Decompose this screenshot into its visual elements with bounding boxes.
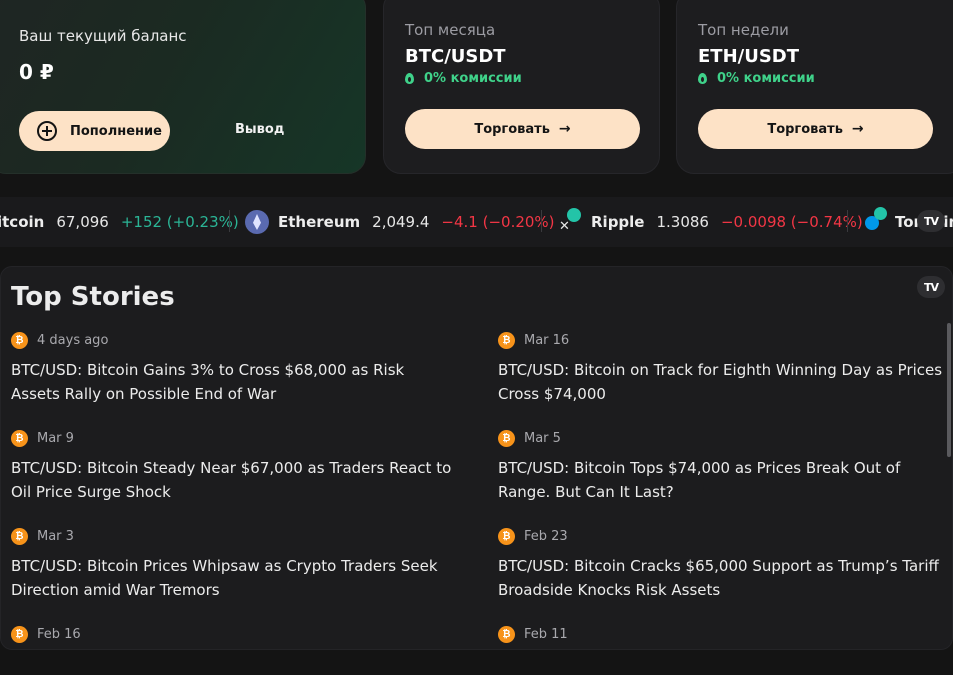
ticker-item-bitcoin[interactable]: itcoin 67,096 +152 (+0.23%) xyxy=(0,211,239,233)
trade-label: Торговать xyxy=(474,121,550,137)
story-item[interactable]: ₿ Mar 5 BTC/USD: Bitcoin Tops $74,000 as… xyxy=(498,429,943,504)
fire-icon xyxy=(405,73,414,84)
bitcoin-icon: ₿ xyxy=(11,429,28,447)
ticker-divider xyxy=(541,210,542,232)
ticker-price: 1.3086 xyxy=(656,213,709,231)
top-month-label: Топ месяца xyxy=(405,21,496,39)
story-item[interactable]: ₿ Mar 3 BTC/USD: Bitcoin Prices Whipsaw … xyxy=(11,527,456,602)
tradingview-logo-icon[interactable]: TV xyxy=(917,276,945,298)
top-month-pair: BTC/USDT xyxy=(405,46,506,67)
ticker-name: Ripple xyxy=(591,213,645,231)
bitcoin-icon: ₿ xyxy=(11,527,28,545)
story-time: Mar 3 xyxy=(37,528,74,544)
ticker-price: 2,049.4 xyxy=(372,213,430,231)
story-time: Mar 16 xyxy=(524,332,570,348)
story-item[interactable]: ₿ Feb 11 xyxy=(498,625,943,643)
topup-label: Пополнение xyxy=(70,123,162,139)
balance-card: Ваш текущий баланс 0 ₽ Пополнение Вывод xyxy=(0,0,366,174)
topup-button[interactable]: Пополнение xyxy=(19,111,170,151)
story-meta: ₿ Feb 11 xyxy=(498,625,943,643)
top-week-label: Топ недели xyxy=(698,21,789,39)
plus-circle-icon xyxy=(37,121,57,141)
ticker-tape: itcoin 67,096 +152 (+0.23%) Ethereum 2,0… xyxy=(0,197,953,247)
story-time: Mar 5 xyxy=(524,430,561,446)
top-month-fee: 0% комиссии xyxy=(405,71,522,86)
bitcoin-icon: ₿ xyxy=(11,625,28,643)
story-meta: ₿ Mar 3 xyxy=(11,527,456,545)
ticker-change: +152 (+0.23%) xyxy=(120,213,239,231)
story-time: Feb 23 xyxy=(524,528,568,544)
bitcoin-icon: ₿ xyxy=(11,331,28,349)
top-month-fee-text: 0% комиссии xyxy=(424,71,522,86)
bitcoin-icon: ₿ xyxy=(498,527,515,545)
story-time: 4 days ago xyxy=(37,332,109,348)
ticker-divider xyxy=(229,210,230,232)
story-item[interactable]: ₿ Feb 23 BTC/USD: Bitcoin Cracks $65,000… xyxy=(498,527,943,602)
ticker-change: −0.0098 (−0.74%) xyxy=(720,213,863,231)
story-time: Feb 16 xyxy=(37,626,81,642)
arrow-right-icon: → xyxy=(851,121,864,137)
bitcoin-icon: ₿ xyxy=(498,331,515,349)
top-month-trade-button[interactable]: Торговать → xyxy=(405,109,640,149)
page-bottom xyxy=(0,652,953,675)
story-meta: ₿ Feb 23 xyxy=(498,527,943,545)
bitcoin-icon: ₿ xyxy=(498,429,515,447)
ticker-change: −4.1 (−0.20%) xyxy=(441,213,555,231)
tradingview-logo-icon[interactable]: TV xyxy=(917,210,945,232)
story-headline[interactable]: BTC/USD: Bitcoin Cracks $65,000 Support … xyxy=(498,554,943,602)
story-time: Feb 11 xyxy=(524,626,568,642)
withdraw-button[interactable]: Вывод xyxy=(235,122,284,137)
top-week-pair: ETH/USDT xyxy=(698,46,800,67)
toncoin-icon xyxy=(865,207,889,234)
arrow-right-icon: → xyxy=(558,121,571,137)
story-headline[interactable]: BTC/USD: Bitcoin Prices Whipsaw as Crypt… xyxy=(11,554,456,602)
story-item[interactable]: ₿ Feb 16 xyxy=(11,625,456,643)
story-item[interactable]: ₿ 4 days ago BTC/USD: Bitcoin Gains 3% t… xyxy=(11,331,456,406)
balance-label: Ваш текущий баланс xyxy=(19,27,187,45)
ticker-name: Ethereum xyxy=(278,213,361,231)
story-meta: ₿ 4 days ago xyxy=(11,331,456,349)
ticker-price: 67,096 xyxy=(56,213,109,231)
top-week-fee-text: 0% комиссии xyxy=(717,71,815,86)
story-meta: ₿ Mar 9 xyxy=(11,429,456,447)
bitcoin-icon: ₿ xyxy=(498,625,515,643)
ethereum-icon xyxy=(245,210,269,234)
story-headline[interactable]: BTC/USD: Bitcoin on Track for Eighth Win… xyxy=(498,358,943,406)
story-headline[interactable]: BTC/USD: Bitcoin Gains 3% to Cross $68,0… xyxy=(11,358,456,406)
top-week-trade-button[interactable]: Торговать → xyxy=(698,109,933,149)
story-headline[interactable]: BTC/USD: Bitcoin Tops $74,000 as Prices … xyxy=(498,456,943,504)
ticker-divider xyxy=(847,210,848,232)
ticker-name: itcoin xyxy=(0,213,45,231)
trade-label: Торговать xyxy=(767,121,843,137)
top-stories-panel: Top Stories TV ₿ 4 days ago BTC/USD: Bit… xyxy=(0,266,953,650)
story-item[interactable]: ₿ Mar 9 BTC/USD: Bitcoin Steady Near $67… xyxy=(11,429,456,504)
fire-icon xyxy=(698,73,707,84)
story-meta: ₿ Feb 16 xyxy=(11,625,456,643)
top-week-fee: 0% комиссии xyxy=(698,71,815,86)
ripple-icon: ✕ xyxy=(559,208,583,234)
story-meta: ₿ Mar 16 xyxy=(498,331,943,349)
story-meta: ₿ Mar 5 xyxy=(498,429,943,447)
story-item[interactable]: ₿ Mar 16 BTC/USD: Bitcoin on Track for E… xyxy=(498,331,943,406)
top-week-card: Топ недели ETH/USDT 0% комиссии Торговат… xyxy=(676,0,953,174)
ticker-item-ripple[interactable]: ✕ Ripple 1.3086 −0.0098 (−0.74%) xyxy=(559,208,863,234)
story-time: Mar 9 xyxy=(37,430,74,446)
stories-scrollbar[interactable] xyxy=(947,323,951,457)
balance-value: 0 ₽ xyxy=(19,60,54,84)
story-headline[interactable]: BTC/USD: Bitcoin Steady Near $67,000 as … xyxy=(11,456,456,504)
ticker-item-ethereum[interactable]: Ethereum 2,049.4 −4.1 (−0.20%) xyxy=(245,210,555,234)
top-stories-title: Top Stories xyxy=(11,282,175,312)
top-month-card: Топ месяца BTC/USDT 0% комиссии Торговат… xyxy=(383,0,660,174)
